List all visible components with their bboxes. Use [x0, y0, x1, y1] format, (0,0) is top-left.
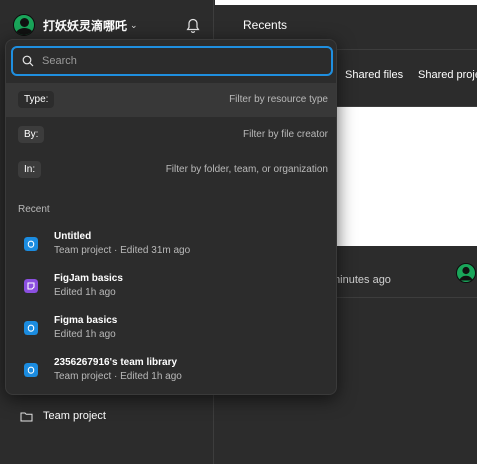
- folder-icon: [20, 412, 33, 421]
- sidebar-item-label: Team project: [43, 410, 106, 422]
- user-name: 打妖妖灵滴哪吒: [43, 18, 128, 33]
- file-name: Figma basics: [54, 315, 118, 326]
- list-item[interactable]: Untitled Team project · Edited 31m ago: [6, 227, 336, 269]
- file-name: 2356267916's team library: [54, 357, 178, 368]
- filter-hint: Filter by file creator: [242, 129, 328, 140]
- file-edited-time: minutes ago: [331, 274, 391, 286]
- sidebar-item-team-project[interactable]: Team project: [20, 410, 106, 422]
- file-details: Edited 1h ago: [54, 287, 116, 298]
- file-name: Untitled: [54, 231, 92, 242]
- search-field[interactable]: [11, 46, 333, 76]
- tab-shared-projects[interactable]: Shared projects: [418, 69, 477, 81]
- figma-file-icon: [24, 237, 38, 251]
- file-details: Team project · Edited 1h ago: [54, 371, 182, 382]
- recent-heading: Recent: [18, 204, 50, 215]
- figma-file-icon: [24, 363, 38, 377]
- account-switcher[interactable]: 打妖妖灵滴哪吒 ⌄: [13, 14, 138, 36]
- file-details: Team project · Edited 31m ago: [54, 245, 191, 256]
- filter-hint: Filter by resource type: [229, 94, 328, 105]
- filter-chip-type: Type:: [18, 91, 55, 108]
- figma-file-icon: [24, 321, 38, 335]
- search-icon: [22, 55, 34, 67]
- filter-type-row[interactable]: Type: Filter by resource type: [6, 83, 336, 117]
- search-popover: Type: Filter by resource type By: Filter…: [5, 39, 337, 395]
- page-title: Recents: [243, 18, 288, 32]
- filter-chip-by: By:: [18, 126, 45, 143]
- file-name: FigJam basics: [54, 273, 123, 284]
- avatar: [456, 263, 476, 283]
- file-details: Edited 1h ago: [54, 329, 116, 340]
- search-input[interactable]: [42, 55, 302, 67]
- list-item[interactable]: Figma basics Edited 1h ago: [6, 311, 336, 353]
- bell-icon[interactable]: [186, 18, 200, 34]
- list-item[interactable]: 2356267916's team library Team project ·…: [6, 353, 336, 394]
- avatar: [13, 14, 35, 36]
- figjam-file-icon: [24, 279, 38, 293]
- filter-in-row[interactable]: In: Filter by folder, team, or organizat…: [6, 153, 336, 187]
- filter-by-row[interactable]: By: Filter by file creator: [6, 118, 336, 152]
- chevron-down-icon: ⌄: [130, 19, 138, 30]
- filter-chip-in: In:: [18, 161, 42, 178]
- tab-shared-files[interactable]: Shared files: [345, 69, 403, 81]
- list-item[interactable]: FigJam basics Edited 1h ago: [6, 269, 336, 311]
- filter-hint: Filter by folder, team, or organization: [165, 164, 328, 175]
